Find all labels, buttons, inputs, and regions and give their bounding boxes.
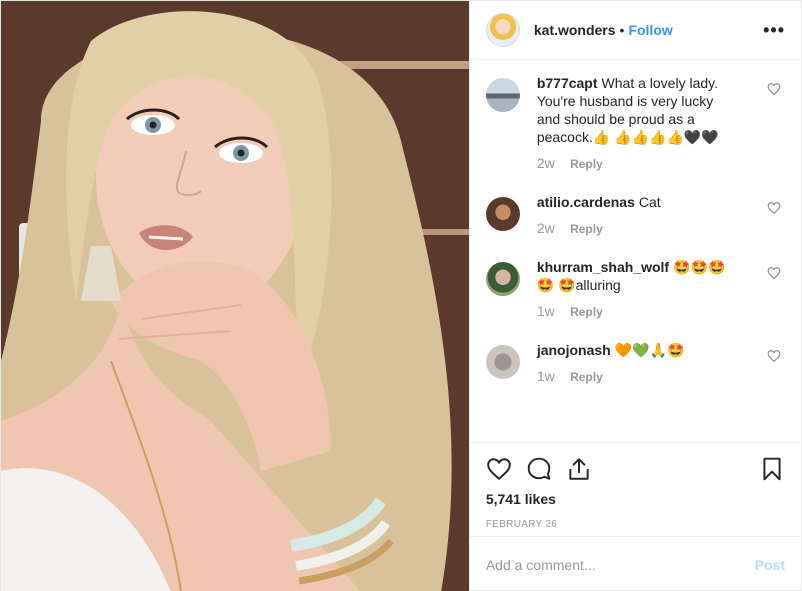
post-header: kat.wonders • Follow ••• bbox=[469, 1, 801, 60]
author-avatar[interactable] bbox=[485, 13, 520, 47]
more-options-icon[interactable]: ••• bbox=[763, 20, 785, 41]
comment-item: khurram_shah_wolf 🤩🤩🤩🤩 🤩alluring 1w Reply bbox=[485, 258, 785, 321]
comment-text: 🧡💚🙏🤩 bbox=[614, 342, 685, 358]
header-separator: • bbox=[619, 22, 625, 38]
comments-list: b777capt What a lovely lady. You're husba… bbox=[470, 60, 801, 442]
comment-meta: 2w Reply bbox=[537, 154, 733, 173]
comment-username[interactable]: janojonash bbox=[537, 342, 611, 358]
comment-username[interactable]: atilio.cardenas bbox=[537, 194, 635, 210]
commenter-avatar[interactable] bbox=[485, 78, 520, 112]
like-comment-heart-icon[interactable] bbox=[767, 201, 781, 215]
like-comment-heart-icon[interactable] bbox=[767, 266, 781, 280]
comment-item: atilio.cardenas Cat 2w Reply bbox=[485, 193, 785, 238]
reply-button[interactable]: Reply bbox=[570, 370, 603, 384]
share-icon[interactable] bbox=[566, 456, 592, 482]
follow-button[interactable]: Follow bbox=[628, 22, 672, 38]
add-comment-bar: Post bbox=[469, 536, 801, 591]
like-comment-heart-icon[interactable] bbox=[767, 349, 781, 363]
comment-username[interactable]: b777capt bbox=[537, 75, 598, 91]
comment-meta: 2w Reply bbox=[537, 219, 733, 238]
comment-meta: 1w Reply bbox=[537, 302, 733, 321]
commenter-avatar[interactable] bbox=[485, 345, 520, 379]
post-photo[interactable] bbox=[1, 1, 469, 591]
like-comment-heart-icon[interactable] bbox=[767, 82, 781, 96]
comment-item: janojonash 🧡💚🙏🤩 1w Reply bbox=[485, 341, 785, 386]
reply-button[interactable]: Reply bbox=[570, 222, 603, 236]
like-heart-icon[interactable] bbox=[486, 456, 512, 482]
comment-time[interactable]: 2w bbox=[537, 220, 555, 236]
comment-meta: 1w Reply bbox=[537, 367, 733, 386]
reply-button[interactable]: Reply bbox=[570, 305, 603, 319]
author-username[interactable]: kat.wonders bbox=[534, 22, 616, 38]
bookmark-icon[interactable] bbox=[759, 456, 785, 482]
reply-button[interactable]: Reply bbox=[570, 157, 603, 171]
comment-time[interactable]: 1w bbox=[537, 368, 555, 384]
post-side-panel: kat.wonders • Follow ••• b777capt What a … bbox=[468, 1, 801, 591]
comment-text: Cat bbox=[638, 194, 661, 210]
post-comment-button[interactable]: Post bbox=[755, 557, 785, 573]
comment-username[interactable]: khurram_shah_wolf bbox=[537, 259, 669, 275]
post-actions: 5,741 likes FEBRUARY 26 bbox=[469, 442, 801, 536]
comment-input[interactable] bbox=[485, 556, 755, 573]
portrait-photo bbox=[1, 1, 469, 591]
comment-item: b777capt What a lovely lady. You're husba… bbox=[485, 74, 785, 173]
likes-count[interactable]: 5,741 likes bbox=[486, 491, 785, 507]
commenter-avatar[interactable] bbox=[485, 197, 520, 231]
instagram-post: kat.wonders • Follow ••• b777capt What a … bbox=[0, 0, 802, 591]
comment-bubble-icon[interactable] bbox=[526, 456, 552, 482]
post-date[interactable]: FEBRUARY 26 bbox=[486, 519, 785, 530]
comment-time[interactable]: 1w bbox=[537, 303, 555, 319]
comment-time[interactable]: 2w bbox=[537, 155, 555, 171]
commenter-avatar[interactable] bbox=[485, 262, 520, 296]
